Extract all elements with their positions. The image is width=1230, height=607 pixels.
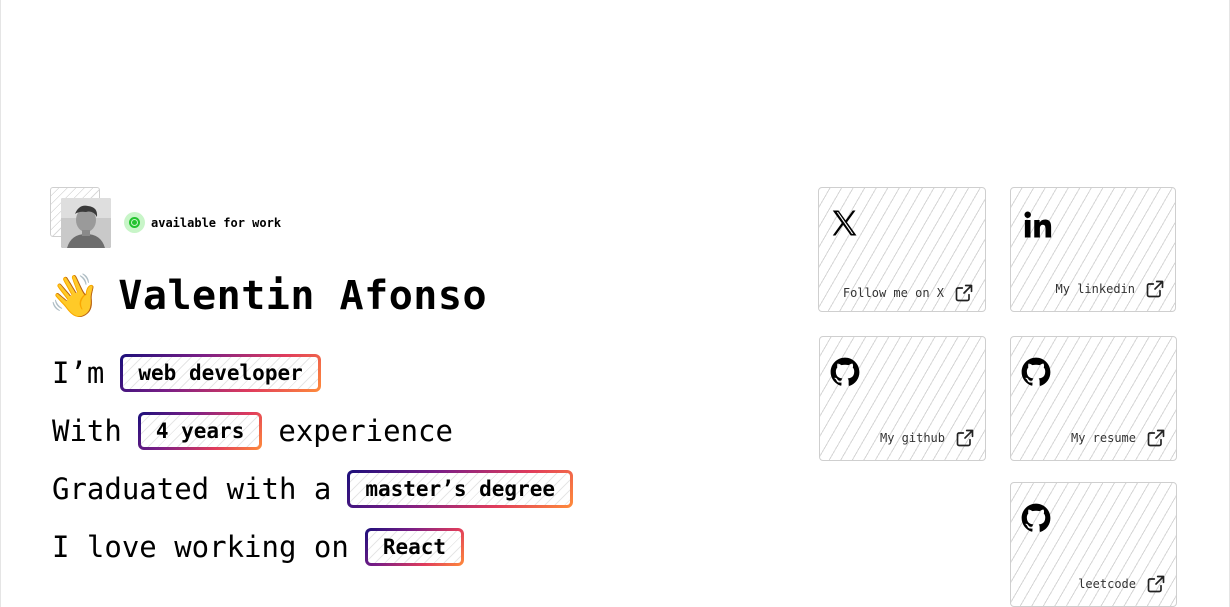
github-icon [1021, 357, 1051, 386]
github-icon [1021, 503, 1051, 532]
external-link-icon [1146, 280, 1164, 298]
intro-text: Graduated with a [52, 472, 332, 506]
status-dot-icon [124, 212, 145, 233]
intro-text-after: experience [278, 414, 453, 448]
card-leetcode[interactable]: leetcode [1010, 482, 1177, 607]
card-github[interactable]: My github [819, 336, 986, 461]
status-label: available for work [151, 215, 282, 230]
highlight-pill: master’s degree [347, 470, 573, 508]
page-title: Valentin Afonso [118, 273, 488, 319]
intro-line-tech: I love working on React [52, 526, 480, 568]
intro-text: I’m [52, 356, 105, 390]
x-logo-icon [832, 210, 857, 236]
intro-text: With [52, 414, 122, 448]
external-link-icon [955, 284, 973, 302]
external-link-icon [956, 429, 974, 447]
highlight-pill: web developer [120, 354, 320, 392]
external-link-icon [1147, 429, 1165, 447]
linkedin-icon [1024, 211, 1052, 238]
availability-status: available for work [124, 212, 281, 233]
card-resume[interactable]: My resume [1010, 336, 1177, 461]
avatar-portrait-icon [61, 198, 111, 248]
card-label: My github [879, 431, 945, 445]
avatar-container [50, 187, 111, 248]
card-label: My resume [1070, 431, 1136, 445]
intro-text: I love working on [52, 530, 349, 564]
highlight-pill: 4 years [138, 412, 263, 450]
waving-hand-icon: 👋 [48, 271, 101, 320]
avatar [61, 198, 111, 248]
intro-line-degree: Graduated with a master’s degree [52, 468, 589, 510]
intro-line-experience: With 4 years experience [52, 410, 453, 452]
name-heading: 👋 Valentin Afonso [48, 266, 487, 326]
highlight-pill: React [365, 528, 464, 566]
card-label: My linkedin [1055, 282, 1135, 296]
card-linkedin[interactable]: My linkedin [1010, 187, 1176, 312]
card-label: Follow me on X [842, 286, 944, 300]
github-icon [830, 357, 860, 386]
intro-line-role: I’m web developer [52, 352, 337, 394]
page-frame-left [0, 0, 1, 607]
external-link-icon [1147, 575, 1165, 593]
card-x[interactable]: Follow me on X [818, 187, 986, 312]
card-label: leetcode [1078, 577, 1136, 591]
